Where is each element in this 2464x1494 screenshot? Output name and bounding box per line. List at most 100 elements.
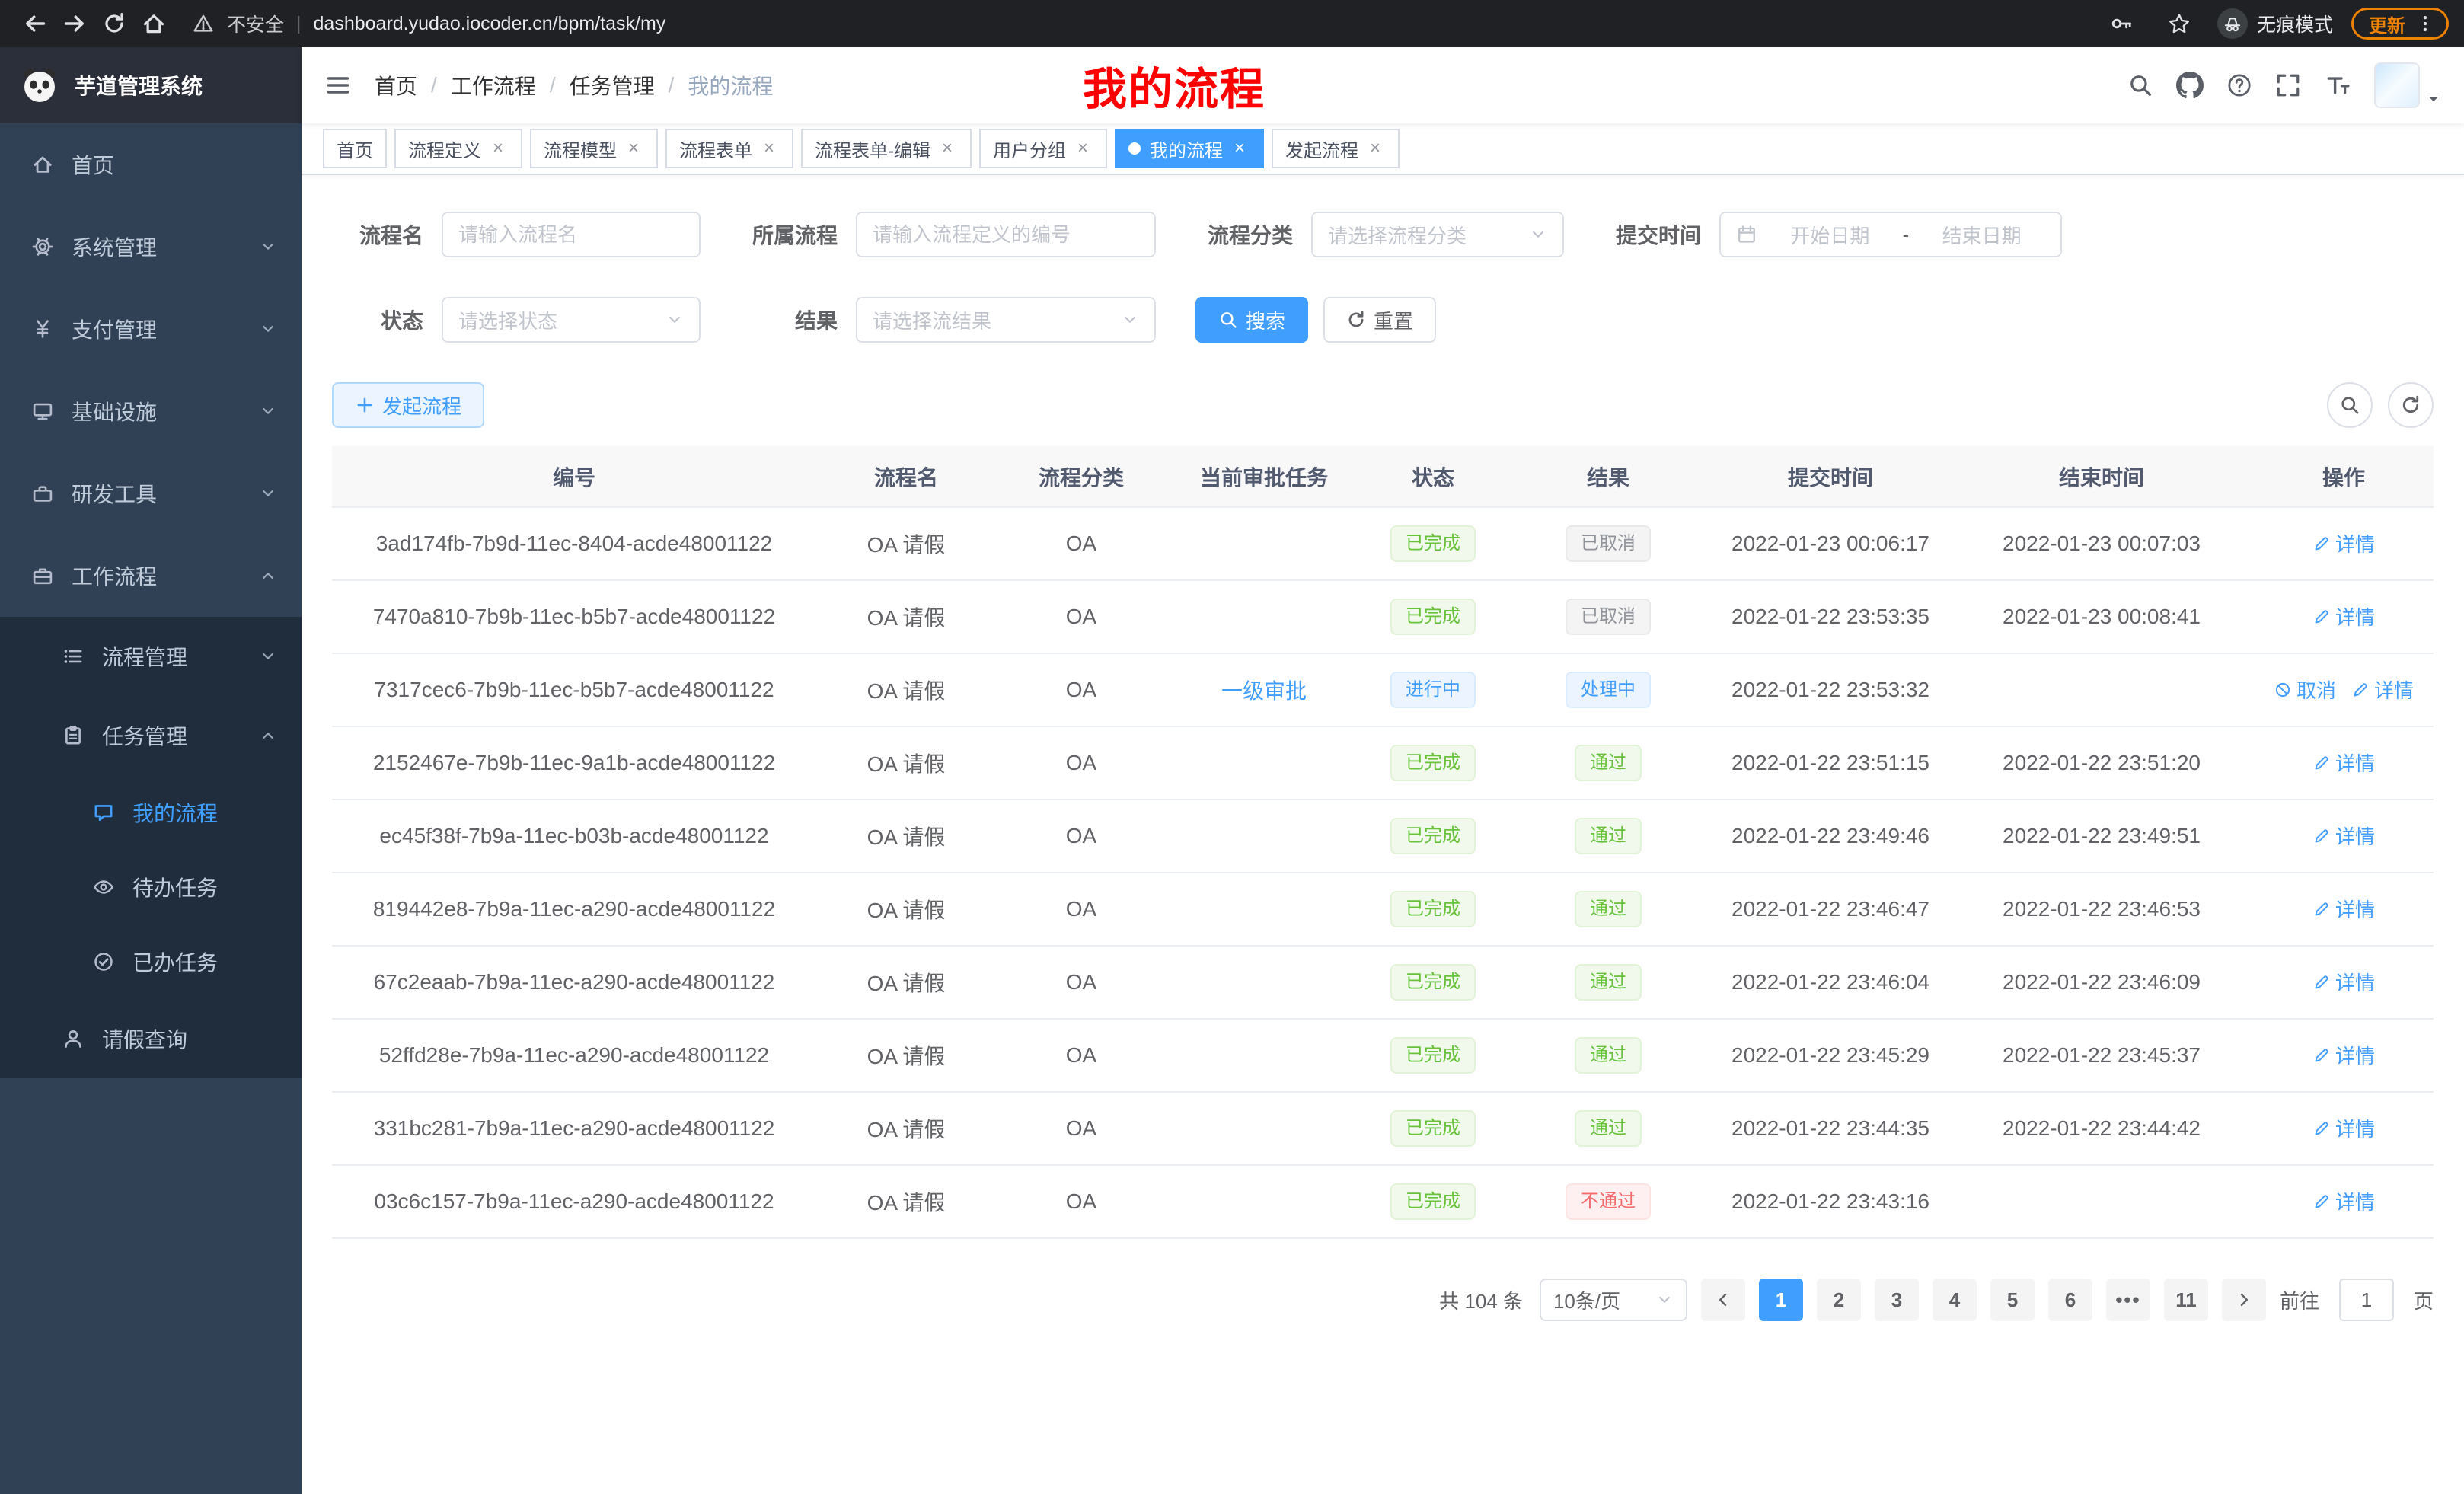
search-icon[interactable] [2127, 72, 2153, 98]
sidebar-item-done-tasks[interactable]: 已办任务 [0, 924, 302, 999]
page-button-6[interactable]: 6 [2048, 1279, 2092, 1321]
page-button-11[interactable]: 11 [2164, 1279, 2208, 1321]
cell-category: OA [996, 1165, 1167, 1238]
current-task-link[interactable]: 一级审批 [1221, 675, 1307, 705]
more-pages-button[interactable]: ••• [2106, 1279, 2150, 1321]
tab-process-model[interactable]: 流程模型× [530, 129, 658, 168]
tab-close-icon[interactable]: × [623, 138, 644, 159]
breadcrumb-task-management[interactable]: 任务管理 [570, 70, 655, 101]
user-menu[interactable] [2374, 62, 2443, 108]
reset-button[interactable]: 重置 [1323, 297, 1436, 343]
detail-link[interactable]: 详情 [2312, 822, 2375, 850]
tab-close-icon[interactable]: × [758, 138, 780, 159]
page-size-select[interactable]: 10条/页 [1540, 1279, 1687, 1321]
tab-user-group[interactable]: 用户分组× [979, 129, 1107, 168]
fullscreen-icon[interactable] [2275, 72, 2301, 98]
page-button-5[interactable]: 5 [1990, 1279, 2035, 1321]
category-select[interactable]: 请选择流程分类 [1311, 212, 1564, 257]
sidebar-item-leave-query[interactable]: 请假查询 [0, 999, 302, 1078]
cell-process-id: 819442e8-7b9a-11ec-a290-acde48001122 [332, 873, 816, 946]
sidebar-item-devtools[interactable]: 研发工具 [0, 452, 302, 535]
start-date-placeholder[interactable]: 开始日期 [1767, 221, 1894, 249]
tab-close-icon[interactable]: × [1364, 138, 1386, 159]
page-button-1[interactable]: 1 [1759, 1279, 1803, 1321]
detail-link[interactable]: 详情 [2312, 1041, 2375, 1069]
browser-update-button[interactable]: 更新 [2351, 8, 2449, 40]
font-size-icon[interactable] [2324, 72, 2351, 99]
sidebar-item-task-management[interactable]: 任务管理 [0, 696, 302, 775]
sidebar-toggle-button[interactable] [302, 47, 375, 123]
sidebar-item-system[interactable]: 系统管理 [0, 206, 302, 288]
cell-submit-time: 2022-01-22 23:53:35 [1712, 580, 1949, 653]
browser-menu-icon[interactable] [2415, 13, 2436, 34]
cell-result: 通过 [1505, 946, 1712, 1019]
start-process-button[interactable]: 发起流程 [332, 382, 484, 428]
page-button-2[interactable]: 2 [1817, 1279, 1861, 1321]
bookmark-star-icon[interactable] [2159, 4, 2199, 43]
chevron-down-icon [259, 238, 277, 256]
cancel-link[interactable]: 取消 [2274, 675, 2336, 704]
browser-back-button[interactable] [15, 4, 55, 43]
chevron-down-icon [259, 484, 277, 503]
status-select[interactable]: 请选择状态 [442, 297, 701, 343]
sidebar-item-payment[interactable]: 支付管理 [0, 288, 302, 370]
cell-process-name: OA 请假 [816, 800, 996, 873]
detail-link[interactable]: 详情 [2312, 1114, 2375, 1142]
tab-close-icon[interactable]: × [487, 138, 509, 159]
detail-link[interactable]: 详情 [2312, 895, 2375, 923]
app-title: 芋道管理系统 [75, 70, 203, 101]
address-bar[interactable]: 不安全 | dashboard.yudao.iocoder.cn/bpm/tas… [192, 10, 2102, 37]
submit-time-range-picker[interactable]: 开始日期 - 结束日期 [1719, 212, 2062, 257]
sidebar-item-infrastructure[interactable]: 基础设施 [0, 370, 302, 452]
sidebar-item-todo-tasks[interactable]: 待办任务 [0, 850, 302, 924]
breadcrumb-home[interactable]: 首页 [375, 70, 417, 101]
tab-my-process[interactable]: 我的流程× [1115, 129, 1264, 168]
breadcrumb-workflow[interactable]: 工作流程 [451, 70, 536, 101]
toggle-search-button[interactable] [2327, 382, 2373, 428]
detail-link[interactable]: 详情 [2312, 968, 2375, 996]
password-key-icon[interactable] [2102, 4, 2141, 43]
tab-close-icon[interactable]: × [937, 138, 958, 159]
tab-home[interactable]: 首页 [323, 129, 387, 168]
process-name-input[interactable] [442, 212, 701, 257]
column-header-status: 状态 [1361, 446, 1505, 507]
sidebar-item-my-process[interactable]: 我的流程 [0, 775, 302, 850]
tab-process-form[interactable]: 流程表单× [665, 129, 793, 168]
tab-process-form-edit[interactable]: 流程表单-编辑× [801, 129, 972, 168]
app-logo[interactable]: 芋道管理系统 [0, 47, 302, 123]
page-title-annotation: 我的流程 [1083, 53, 1266, 117]
tab-start-process[interactable]: 发起流程× [1272, 129, 1400, 168]
detail-link[interactable]: 详情 [2312, 602, 2375, 630]
page-button-4[interactable]: 4 [1933, 1279, 1977, 1321]
cell-result: 通过 [1505, 800, 1712, 873]
page-button-3[interactable]: 3 [1875, 1279, 1919, 1321]
sidebar-item-workflow[interactable]: 工作流程 [0, 535, 302, 617]
avatar[interactable] [2374, 62, 2420, 108]
page-goto-input[interactable] [2339, 1279, 2394, 1321]
parent-process-input[interactable] [856, 212, 1156, 257]
detail-link[interactable]: 详情 [2312, 749, 2375, 777]
help-icon[interactable] [2226, 72, 2252, 98]
github-icon[interactable] [2176, 72, 2204, 99]
detail-link[interactable]: 详情 [2312, 529, 2375, 557]
prev-page-button[interactable] [1701, 1279, 1745, 1321]
detail-link[interactable]: 详情 [2312, 1187, 2375, 1215]
browser-forward-button[interactable] [55, 4, 94, 43]
table-row: 3ad174fb-7b9d-11ec-8404-acde48001122 OA … [332, 507, 2434, 580]
detail-link[interactable]: 详情 [2351, 675, 2414, 704]
result-select[interactable]: 请选择流结果 [856, 297, 1156, 343]
sidebar-item-home[interactable]: 首页 [0, 123, 302, 206]
refresh-table-button[interactable] [2388, 382, 2434, 428]
cell-current-task [1167, 873, 1361, 946]
browser-reload-button[interactable] [94, 4, 134, 43]
edit-icon [2312, 827, 2331, 845]
next-page-button[interactable] [2222, 1279, 2266, 1321]
tab-close-icon[interactable]: × [1072, 138, 1093, 159]
browser-home-button[interactable] [134, 4, 174, 43]
tab-close-icon[interactable]: × [1229, 138, 1250, 159]
search-button[interactable]: 搜索 [1195, 297, 1308, 343]
end-date-placeholder[interactable]: 结束日期 [1918, 221, 2045, 249]
sidebar-item-process-management[interactable]: 流程管理 [0, 617, 302, 696]
tab-process-definition[interactable]: 流程定义× [394, 129, 522, 168]
column-header-submit-time: 提交时间 [1712, 446, 1949, 507]
